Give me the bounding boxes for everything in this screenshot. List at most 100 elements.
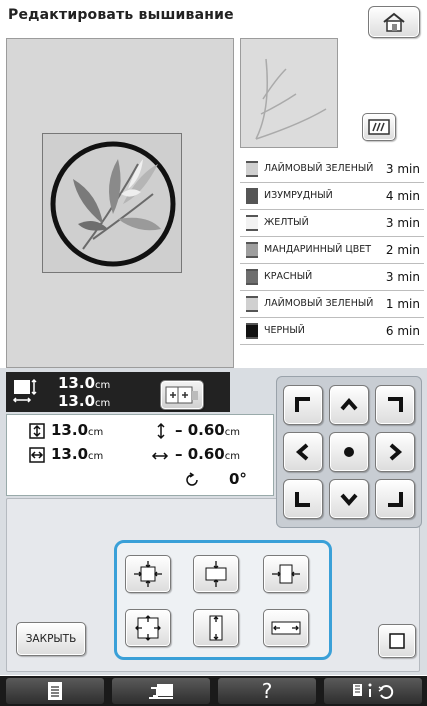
enlarge-height-button[interactable] (193, 609, 239, 647)
settings-info-icon (353, 683, 394, 699)
move-down-button[interactable] (329, 479, 369, 519)
arrow-down-icon (340, 493, 358, 507)
spool-icon (246, 188, 258, 204)
move-up-left-button[interactable] (283, 385, 323, 425)
square-icon (389, 633, 405, 649)
color-row[interactable]: ЧЕРНЫЙ 6 min (240, 318, 424, 345)
sewing-machine-icon (149, 684, 173, 699)
move-left-button[interactable] (283, 432, 323, 472)
spool-icon (246, 161, 258, 177)
width-icon (29, 447, 45, 463)
spool-icon (246, 296, 258, 312)
spool-icon (246, 323, 258, 339)
pattern-width-value: 13.0 (58, 392, 96, 410)
pattern-height-value: 13.0 (58, 374, 96, 392)
color-row[interactable]: ЛАЙМОВЫЙ ЗЕЛЕНЫЙ 1 min (240, 291, 424, 318)
spool-icon (246, 215, 258, 231)
color-row[interactable]: ИЗУМРУДНЫЙ 4 min (240, 183, 424, 210)
thread-view-button[interactable] (362, 113, 396, 141)
enlarge-all-icon (135, 615, 161, 641)
color-time: 6 min (385, 324, 420, 338)
color-time: 2 min (385, 243, 420, 257)
move-up-button[interactable] (329, 385, 369, 425)
move-down-right-button[interactable] (375, 479, 415, 519)
settings-tab[interactable] (324, 678, 422, 704)
spool-icon (246, 242, 258, 258)
shrink-height-icon (205, 561, 227, 587)
shrink-all-icon (134, 561, 162, 587)
arrow-up-right-icon (388, 397, 403, 412)
arrow-down-left-icon (295, 492, 310, 507)
color-name: ИЗУМРУДНЫЙ (264, 190, 333, 201)
color-name: ЛАЙМОВЫЙ ЗЕЛЕНЫЙ (264, 163, 374, 174)
center-dot-icon (344, 447, 354, 457)
move-center-button[interactable] (329, 432, 369, 472)
shrink-all-button[interactable] (125, 555, 171, 593)
move-up-right-button[interactable] (375, 385, 415, 425)
arrow-down-right-icon (388, 492, 403, 507)
vertical-offset-value: – 0.60 (175, 421, 225, 439)
arrow-left-icon (295, 443, 309, 461)
shrink-width-button[interactable] (263, 555, 309, 593)
color-name: ЖЕЛТЫЙ (264, 217, 309, 228)
pattern-thumbnail (240, 38, 338, 148)
height-value: 13.0 (51, 421, 89, 439)
arrow-up-icon (340, 397, 358, 411)
color-name: ЛАЙМОВЫЙ ЗЕЛЕНЫЙ (264, 298, 374, 309)
enlarge-height-icon (209, 615, 223, 641)
color-name: МАНДАРИННЫЙ ЦВЕТ (264, 244, 372, 255)
fabric-view-icon (368, 119, 390, 135)
vertical-move-icon (157, 422, 165, 440)
move-arrow-pad (276, 376, 422, 528)
home-button[interactable] (368, 6, 420, 38)
color-row[interactable]: КРАСНЫЙ 3 min (240, 264, 424, 291)
width-value: 13.0 (51, 445, 89, 463)
height-unit: cm (88, 427, 104, 438)
enlarge-all-button[interactable] (125, 609, 171, 647)
measurement-panel: 13.0cm 13.0cm – 0.60cm – 0.60cm 0° (6, 414, 274, 496)
shrink-height-button[interactable] (193, 555, 239, 593)
horizontal-offset-value: – 0.60 (175, 445, 225, 463)
close-button[interactable]: ЗАКРЫТЬ (16, 622, 86, 656)
pattern-width-unit: cm (95, 398, 111, 409)
size-adjust-group (114, 540, 332, 660)
enlarge-width-icon (271, 621, 301, 635)
color-time: 1 min (385, 297, 420, 311)
home-icon (383, 12, 405, 32)
multi-position-button[interactable] (160, 380, 204, 410)
embroidery-frame[interactable] (42, 133, 182, 273)
color-row[interactable]: ЛАЙМОВЫЙ ЗЕЛЕНЫЙ 3 min (240, 156, 424, 183)
move-down-left-button[interactable] (283, 479, 323, 519)
shrink-width-icon (272, 564, 300, 584)
sewing-machine-tab[interactable] (112, 678, 210, 704)
color-row[interactable]: МАНДАРИННЫЙ ЦВЕТ 2 min (240, 237, 424, 264)
help-tab[interactable]: ? (218, 678, 316, 704)
color-time: 3 min (385, 270, 420, 284)
rotate-icon (186, 472, 198, 486)
thumbnail-image (255, 58, 327, 140)
move-right-button[interactable] (375, 432, 415, 472)
pattern-size-icon (12, 378, 37, 403)
layout-plus-icon (165, 386, 198, 404)
horizontal-offset-unit: cm (224, 451, 240, 462)
height-icon (29, 423, 45, 439)
arrow-up-left-icon (295, 397, 310, 412)
color-row[interactable]: ЖЕЛТЫЙ 3 min (240, 210, 424, 237)
document-icon (48, 682, 62, 700)
vertical-offset-unit: cm (224, 427, 240, 438)
spool-icon (246, 269, 258, 285)
rotation-value: 0° (229, 470, 247, 488)
color-time: 4 min (385, 189, 420, 203)
frame-shape-button[interactable] (378, 624, 416, 658)
enlarge-width-button[interactable] (263, 609, 309, 647)
embroidery-pattern-image (50, 141, 176, 267)
document-tab[interactable] (6, 678, 104, 704)
color-name: КРАСНЫЙ (264, 271, 313, 282)
color-name: ЧЕРНЫЙ (264, 325, 305, 336)
page-title: Редактировать вышивание (8, 7, 234, 23)
horizontal-move-icon (151, 452, 169, 460)
bottom-toolbar: ? (0, 676, 427, 706)
pattern-height-unit: cm (95, 380, 111, 391)
color-time: 3 min (385, 216, 420, 230)
width-unit: cm (88, 451, 104, 462)
